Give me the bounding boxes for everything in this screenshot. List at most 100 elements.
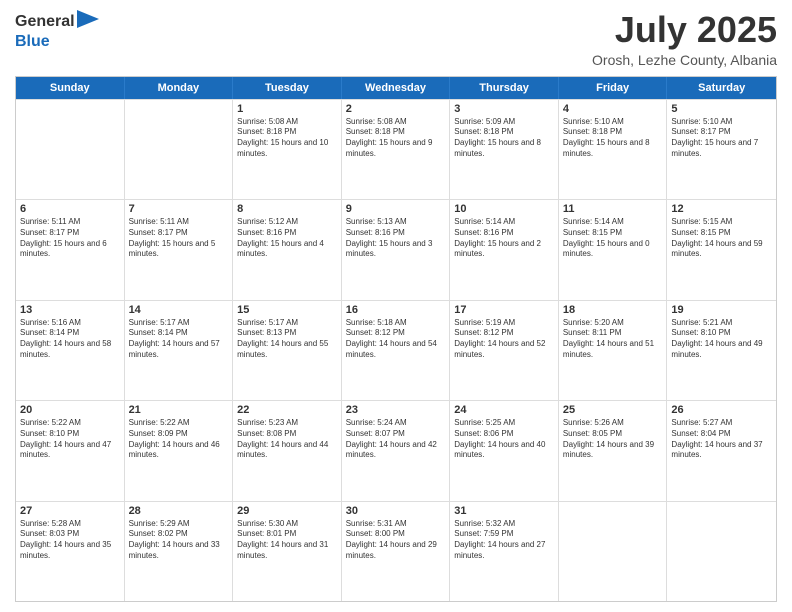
day-number: 3 [454,103,554,115]
day-info: Sunrise: 5:11 AM Sunset: 8:17 PM Dayligh… [20,217,120,260]
day-number: 9 [346,203,446,215]
day-number: 21 [129,404,229,416]
table-row: 18Sunrise: 5:20 AM Sunset: 8:11 PM Dayli… [559,301,668,400]
day-info: Sunrise: 5:22 AM Sunset: 8:10 PM Dayligh… [20,418,120,461]
day-info: Sunrise: 5:14 AM Sunset: 8:16 PM Dayligh… [454,217,554,260]
day-header-monday: Monday [125,77,234,99]
day-info: Sunrise: 5:29 AM Sunset: 8:02 PM Dayligh… [129,519,229,562]
day-info: Sunrise: 5:10 AM Sunset: 8:17 PM Dayligh… [671,117,772,160]
day-header-wednesday: Wednesday [342,77,451,99]
table-row: 19 Sunrise: 5:21 AM Sunset: 8:10 PM Dayli… [667,301,776,400]
day-number: 14 [129,304,229,316]
table-row: 23Sunrise: 5:24 AM Sunset: 8:07 PM Dayli… [342,401,451,500]
calendar-body: 1Sunrise: 5:08 AM Sunset: 8:18 PM Daylig… [16,99,776,601]
day-info: Sunrise: 5:16 AM Sunset: 8:14 PM Dayligh… [20,318,120,361]
table-row: 7 Sunrise: 5:11 AM Sunset: 8:17 PM Daylig… [125,200,234,299]
day-header-friday: Friday [559,77,668,99]
table-row [125,100,234,199]
table-row: 21 Sunrise: 5:22 AM Sunset: 8:09 PM Dayli… [125,401,234,500]
day-info: Sunrise: 5:28 AM Sunset: 8:03 PM Dayligh… [20,519,120,562]
day-info: Sunrise: 5:27 AM Sunset: 8:04 PM Dayligh… [671,418,772,461]
day-number: 5 [671,103,772,115]
day-number: 20 [20,404,120,416]
location: Orosh, Lezhe County, Albania [592,52,777,68]
table-row: 13 Sunrise: 5:16 AM Sunset: 8:14 PM Dayli… [16,301,125,400]
day-info: Sunrise: 5:17 AM Sunset: 8:13 PM Dayligh… [237,318,337,361]
day-info: Sunrise: 5:24 AM Sunset: 8:07 PM Dayligh… [346,418,446,461]
table-row [559,502,668,601]
table-row [667,502,776,601]
day-number: 28 [129,505,229,517]
table-row: 17 Sunrise: 5:19 AM Sunset: 8:12 PM Dayli… [450,301,559,400]
table-row: 24Sunrise: 5:25 AM Sunset: 8:06 PM Dayli… [450,401,559,500]
day-number: 4 [563,103,663,115]
table-row: 3 Sunrise: 5:09 AM Sunset: 8:18 PM Daylig… [450,100,559,199]
day-header-saturday: Saturday [667,77,776,99]
day-info: Sunrise: 5:08 AM Sunset: 8:18 PM Dayligh… [237,117,337,160]
table-row: 11 Sunrise: 5:14 AM Sunset: 8:15 PM Dayli… [559,200,668,299]
day-number: 12 [671,203,772,215]
table-row: 29 Sunrise: 5:30 AM Sunset: 8:01 PM Dayli… [233,502,342,601]
day-header-tuesday: Tuesday [233,77,342,99]
day-number: 7 [129,203,229,215]
day-header-sunday: Sunday [16,77,125,99]
table-row [16,100,125,199]
logo-general: General [15,13,75,31]
table-row: 10Sunrise: 5:14 AM Sunset: 8:16 PM Dayli… [450,200,559,299]
day-number: 13 [20,304,120,316]
day-number: 25 [563,404,663,416]
table-row: 12 Sunrise: 5:15 AM Sunset: 8:15 PM Dayli… [667,200,776,299]
day-info: Sunrise: 5:22 AM Sunset: 8:09 PM Dayligh… [129,418,229,461]
day-number: 30 [346,505,446,517]
table-row: 31 Sunrise: 5:32 AM Sunset: 7:59 PM Dayli… [450,502,559,601]
table-row: 9 Sunrise: 5:13 AM Sunset: 8:16 PM Daylig… [342,200,451,299]
day-number: 6 [20,203,120,215]
table-row: 22 Sunrise: 5:23 AM Sunset: 8:08 PM Dayli… [233,401,342,500]
logo-triangle-icon [77,10,99,33]
day-info: Sunrise: 5:11 AM Sunset: 8:17 PM Dayligh… [129,217,229,260]
day-number: 29 [237,505,337,517]
day-number: 17 [454,304,554,316]
day-number: 2 [346,103,446,115]
table-row: 14 Sunrise: 5:17 AM Sunset: 8:14 PM Dayli… [125,301,234,400]
table-row: 5 Sunrise: 5:10 AM Sunset: 8:17 PM Daylig… [667,100,776,199]
day-number: 11 [563,203,663,215]
day-info: Sunrise: 5:14 AM Sunset: 8:15 PM Dayligh… [563,217,663,260]
logo-blue: Blue [15,33,50,50]
table-row: 2Sunrise: 5:08 AM Sunset: 8:18 PM Daylig… [342,100,451,199]
day-info: Sunrise: 5:17 AM Sunset: 8:14 PM Dayligh… [129,318,229,361]
day-info: Sunrise: 5:32 AM Sunset: 7:59 PM Dayligh… [454,519,554,562]
day-info: Sunrise: 5:09 AM Sunset: 8:18 PM Dayligh… [454,117,554,160]
day-number: 26 [671,404,772,416]
day-info: Sunrise: 5:18 AM Sunset: 8:12 PM Dayligh… [346,318,446,361]
header: General Blue July 2025 Orosh, Lezhe Coun… [15,10,777,68]
day-info: Sunrise: 5:26 AM Sunset: 8:05 PM Dayligh… [563,418,663,461]
page: General Blue July 2025 Orosh, Lezhe Coun… [0,0,792,612]
day-number: 27 [20,505,120,517]
day-number: 19 [671,304,772,316]
day-info: Sunrise: 5:13 AM Sunset: 8:16 PM Dayligh… [346,217,446,260]
table-row: 15Sunrise: 5:17 AM Sunset: 8:13 PM Dayli… [233,301,342,400]
table-row: 6 Sunrise: 5:11 AM Sunset: 8:17 PM Daylig… [16,200,125,299]
day-info: Sunrise: 5:21 AM Sunset: 8:10 PM Dayligh… [671,318,772,361]
table-row: 20 Sunrise: 5:22 AM Sunset: 8:10 PM Dayli… [16,401,125,500]
table-row: 25 Sunrise: 5:26 AM Sunset: 8:05 PM Dayli… [559,401,668,500]
day-info: Sunrise: 5:30 AM Sunset: 8:01 PM Dayligh… [237,519,337,562]
calendar-row-2: 6 Sunrise: 5:11 AM Sunset: 8:17 PM Daylig… [16,199,776,299]
month-title: July 2025 [592,10,777,50]
calendar-row-5: 27 Sunrise: 5:28 AM Sunset: 8:03 PM Dayli… [16,501,776,601]
day-info: Sunrise: 5:25 AM Sunset: 8:06 PM Dayligh… [454,418,554,461]
day-info: Sunrise: 5:15 AM Sunset: 8:15 PM Dayligh… [671,217,772,260]
day-number: 18 [563,304,663,316]
day-number: 31 [454,505,554,517]
day-number: 8 [237,203,337,215]
calendar-row-4: 20 Sunrise: 5:22 AM Sunset: 8:10 PM Dayli… [16,400,776,500]
table-row: 8 Sunrise: 5:12 AM Sunset: 8:16 PM Daylig… [233,200,342,299]
title-block: July 2025 Orosh, Lezhe County, Albania [592,10,777,68]
day-header-thursday: Thursday [450,77,559,99]
day-number: 22 [237,404,337,416]
logo: General Blue [15,10,99,51]
day-info: Sunrise: 5:19 AM Sunset: 8:12 PM Dayligh… [454,318,554,361]
day-info: Sunrise: 5:23 AM Sunset: 8:08 PM Dayligh… [237,418,337,461]
day-info: Sunrise: 5:12 AM Sunset: 8:16 PM Dayligh… [237,217,337,260]
